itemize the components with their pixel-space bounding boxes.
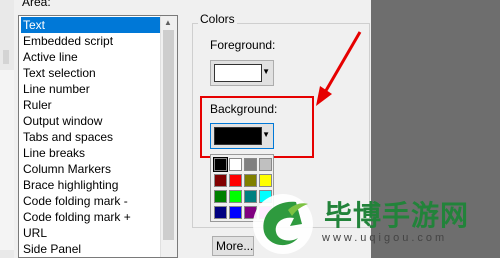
dropdown-arrow-icon: ▼	[262, 67, 270, 76]
background-window	[371, 0, 500, 258]
area-label: Area:	[22, 0, 51, 9]
more-colors-button[interactable]: More...	[212, 236, 254, 256]
left-scroll-strip	[0, 0, 14, 258]
palette-color-cell[interactable]	[229, 190, 242, 203]
palette-color-cell[interactable]	[214, 190, 227, 203]
list-item[interactable]: Line breaks	[21, 145, 163, 161]
palette-color-cell[interactable]	[229, 174, 242, 187]
list-item[interactable]: Active line	[21, 49, 163, 65]
list-item[interactable]: Line number	[21, 81, 163, 97]
palette-color-cell[interactable]	[213, 157, 228, 172]
red-highlight-box	[200, 96, 314, 158]
list-item[interactable]: Embedded script	[21, 33, 163, 49]
palette-color-cell[interactable]	[244, 174, 257, 187]
palette-color-cell[interactable]	[229, 158, 242, 171]
list-item[interactable]: Side Panel	[21, 241, 163, 257]
palette-color-cell[interactable]	[244, 190, 257, 203]
list-item[interactable]: Ruler	[21, 97, 163, 113]
list-item[interactable]: Code folding mark -	[21, 193, 163, 209]
list-item[interactable]: Text selection	[21, 65, 163, 81]
palette-color-cell[interactable]	[259, 158, 272, 171]
list-item[interactable]: Tabs and spaces	[21, 129, 163, 145]
colors-group-label: Colors	[198, 12, 237, 26]
left-scroll-track[interactable]	[0, 70, 14, 250]
left-scroll-thumb[interactable]	[3, 50, 9, 64]
palette-color-cell[interactable]	[229, 206, 242, 219]
red-arrow-icon	[316, 31, 362, 106]
list-item[interactable]: Text	[21, 17, 163, 33]
list-item[interactable]: Code folding mark +	[21, 209, 163, 225]
palette-color-cell[interactable]	[259, 206, 272, 219]
palette-color-cell[interactable]	[244, 158, 257, 171]
palette-color-cell[interactable]	[259, 174, 272, 187]
list-item[interactable]: Brace highlighting	[21, 177, 163, 193]
palette-color-cell[interactable]	[244, 206, 257, 219]
foreground-label: Foreground:	[210, 38, 276, 52]
list-item[interactable]: Output window	[21, 113, 163, 129]
list-item[interactable]: Column Markers	[21, 161, 163, 177]
palette-color-cell[interactable]	[259, 190, 272, 203]
palette-color-cell[interactable]	[214, 206, 227, 219]
area-listbox[interactable]: Text Embedded script Active line Text se…	[18, 15, 178, 258]
foreground-swatch	[214, 64, 262, 82]
foreground-color-button[interactable]: ▼	[210, 60, 274, 86]
list-scrollbar[interactable]: ▲	[160, 16, 177, 257]
list-scroll-thumb[interactable]	[163, 30, 174, 240]
scroll-up-arrow-icon[interactable]: ▲	[164, 18, 172, 27]
list-item[interactable]: URL	[21, 225, 163, 241]
color-palette-dropdown[interactable]	[210, 154, 274, 222]
palette-color-cell[interactable]	[214, 174, 227, 187]
